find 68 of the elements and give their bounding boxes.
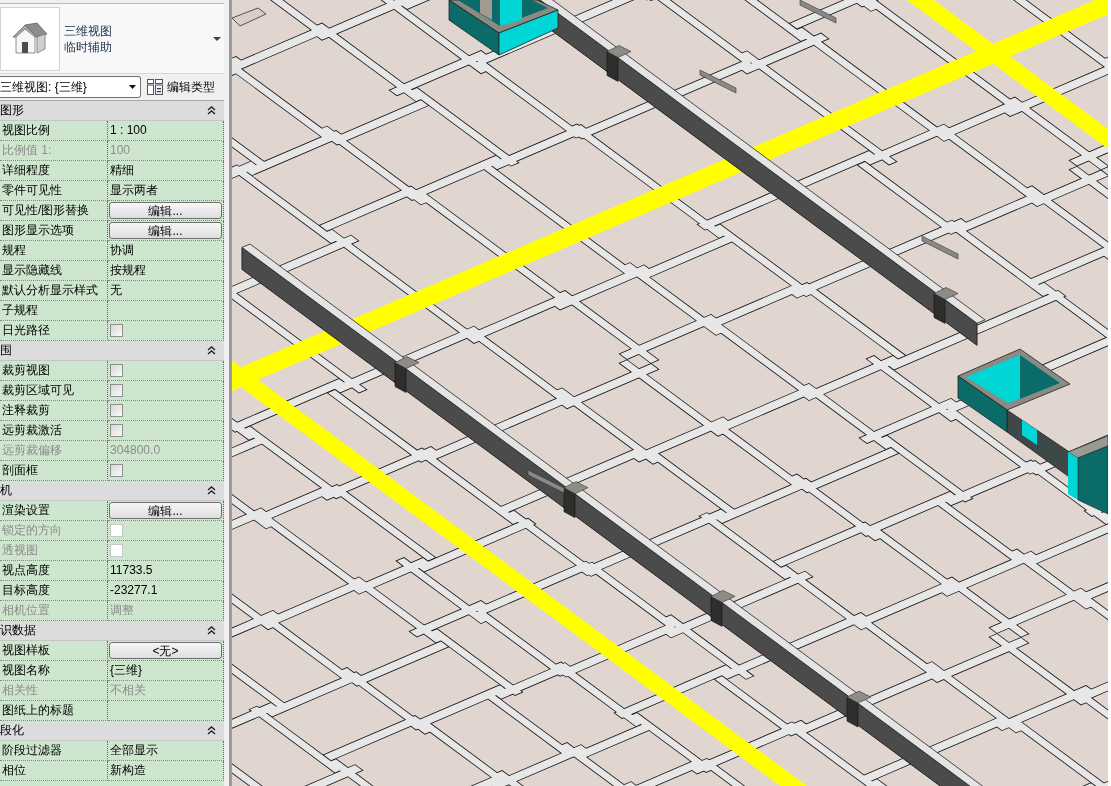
checkbox[interactable] (110, 464, 123, 477)
property-value: 按规程 (109, 262, 147, 279)
property-label: 视图名称 (0, 661, 108, 681)
property-label: 阶段过滤器 (0, 741, 108, 761)
property-label: 透视图 (0, 541, 108, 561)
property-label: 默认分析显示样式 (0, 281, 108, 301)
property-value: 新构造 (109, 762, 147, 779)
type-selector[interactable]: 三维视图 临时辅助 (0, 3, 224, 74)
property-value: 调整 (109, 602, 135, 619)
property-value: 协调 (109, 242, 135, 259)
property-label: 裁剪区域可见 (0, 381, 108, 401)
property-label: 视图比例 (0, 121, 108, 141)
chevron-icon[interactable] (207, 726, 216, 735)
property-label: 子规程 (0, 301, 108, 321)
property-label: 图形显示选项 (0, 221, 108, 241)
property-label: 裁剪视图 (0, 361, 108, 381)
property-label: 视点高度 (0, 561, 108, 581)
caret-icon (129, 85, 136, 89)
property-value: 无 (109, 282, 123, 299)
property-value: 1 : 100 (109, 122, 148, 139)
edit-button[interactable]: 编辑... (109, 202, 222, 219)
property-value: 11733.5 (109, 562, 154, 579)
chevron-icon[interactable] (207, 486, 216, 495)
edit-button[interactable]: 编辑... (109, 502, 222, 519)
house-icon (12, 22, 48, 55)
property-label: 相位 (0, 761, 108, 781)
property-value: 精细 (109, 162, 135, 179)
property-label: 详细程度 (0, 161, 108, 181)
caret-icon (213, 36, 221, 41)
property-value: {三维} (109, 662, 143, 679)
property-label: 可见性/图形替换 (0, 201, 108, 221)
property-label: 显示隐藏线 (0, 261, 108, 281)
section-header[interactable]: 围 (0, 341, 224, 361)
property-label: 渲染设置 (0, 501, 108, 521)
property-label: 远剪裁激活 (0, 421, 108, 441)
property-label: 锁定的方向 (0, 521, 108, 541)
chevron-icon[interactable] (207, 626, 216, 635)
property-label: 视图样板 (0, 641, 108, 661)
chevron-icon[interactable] (207, 106, 216, 115)
property-label: 规程 (0, 241, 108, 261)
checkbox[interactable] (110, 424, 123, 437)
checkbox[interactable] (110, 324, 123, 337)
checkbox[interactable] (110, 384, 123, 397)
property-value: 显示两者 (109, 182, 159, 199)
property-label: 注释裁剪 (0, 401, 108, 421)
property-value: 不相关 (109, 682, 147, 699)
property-label: 目标高度 (0, 581, 108, 601)
chevron-icon[interactable] (207, 346, 216, 355)
property-label: 相关性 (0, 681, 108, 701)
property-value: 全部显示 (109, 742, 159, 759)
value-field[interactable] (108, 301, 224, 321)
edit-type-button[interactable]: 编辑类型 (145, 79, 217, 95)
property-value: 304800.0 (109, 442, 162, 459)
section-header[interactable]: 机 (0, 481, 224, 501)
property-label: 远剪裁偏移 (0, 441, 108, 461)
section-header[interactable]: 段化 (0, 721, 224, 741)
checkbox[interactable] (110, 404, 123, 417)
property-label: 零件可见性 (0, 181, 108, 201)
edit-button[interactable]: <无> (109, 642, 222, 659)
property-value: -23277.1 (109, 582, 159, 599)
section-header[interactable]: 识数据 (0, 621, 224, 641)
view-dropdown[interactable]: 三维视图: {三维} (0, 76, 141, 98)
property-label: 比例值 1: (0, 141, 108, 161)
layout-icon (147, 79, 163, 95)
section-header[interactable]: 图形 (0, 101, 224, 121)
checkbox[interactable] (110, 364, 123, 377)
property-value: 100 (109, 142, 132, 159)
edit-button[interactable]: 编辑... (109, 222, 222, 239)
